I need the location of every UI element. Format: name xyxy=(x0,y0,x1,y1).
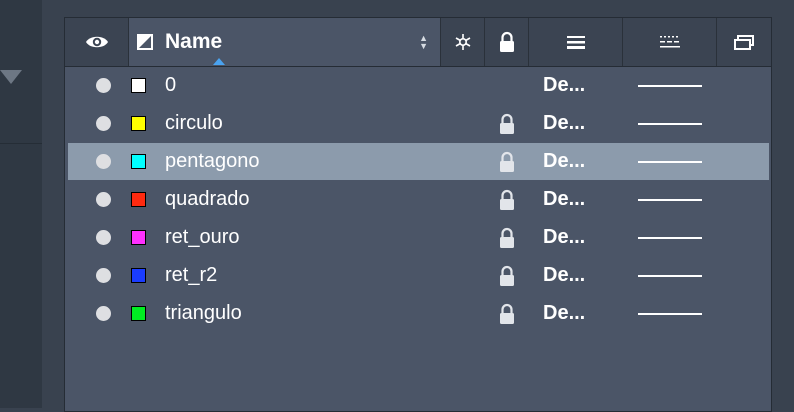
layer-color-swatch[interactable] xyxy=(131,192,146,207)
half-square-icon xyxy=(137,34,153,50)
visibility-toggle[interactable] xyxy=(96,192,111,207)
layer-name: ret_ouro xyxy=(165,226,240,248)
layer-row[interactable]: ret_ouro De... xyxy=(68,219,769,256)
visibility-toggle[interactable] xyxy=(96,154,111,169)
lock-icon[interactable] xyxy=(498,227,516,249)
column-name[interactable]: Name ▲ ▼ xyxy=(129,18,441,66)
layer-lineweight-value[interactable]: De... xyxy=(543,226,585,249)
layer-lineweight-value[interactable]: De... xyxy=(543,302,585,325)
column-freeze[interactable] xyxy=(441,18,485,66)
visibility-toggle[interactable] xyxy=(96,78,111,93)
linetype-sample[interactable] xyxy=(638,161,702,163)
layer-name: triangulo xyxy=(165,302,242,324)
layer-color-swatch[interactable] xyxy=(131,116,146,131)
layer-lineweight-value[interactable]: De... xyxy=(543,112,585,135)
layer-row[interactable]: quadrado De... xyxy=(68,181,769,218)
plot-style-icon xyxy=(734,35,754,50)
layer-color-swatch[interactable] xyxy=(131,78,146,93)
collapse-triangle-icon[interactable] xyxy=(0,70,22,84)
column-linetype[interactable] xyxy=(623,18,717,66)
layer-color-swatch[interactable] xyxy=(131,268,146,283)
column-plot-style[interactable] xyxy=(717,18,771,66)
layer-color-swatch[interactable] xyxy=(131,230,146,245)
sidebar-divider xyxy=(0,143,42,144)
layer-manager-panel: Name ▲ ▼ 0 De... circulo De... pentagono… xyxy=(64,17,772,412)
lock-icon[interactable] xyxy=(498,265,516,287)
layer-row-selected[interactable]: pentagono De... xyxy=(68,143,769,180)
layer-name: quadrado xyxy=(165,188,250,210)
layer-row[interactable]: triangulo De... xyxy=(68,295,769,332)
layer-name: pentagono xyxy=(165,150,260,172)
lineweight-icon xyxy=(566,36,585,49)
visibility-toggle[interactable] xyxy=(96,268,111,283)
layer-name: ret_r2 xyxy=(165,264,218,286)
snowflake-icon xyxy=(455,34,470,50)
eye-icon xyxy=(85,36,108,48)
column-lineweight[interactable] xyxy=(529,18,623,66)
layer-color-swatch[interactable] xyxy=(131,154,146,169)
lock-icon xyxy=(499,31,514,52)
layer-row[interactable]: ret_r2 De... xyxy=(68,257,769,294)
visibility-toggle[interactable] xyxy=(96,306,111,321)
layer-table-header: Name ▲ ▼ xyxy=(65,18,771,67)
visibility-toggle[interactable] xyxy=(96,230,111,245)
layer-lineweight-value[interactable]: De... xyxy=(543,74,585,97)
layer-color-swatch[interactable] xyxy=(131,306,146,321)
linetype-sample[interactable] xyxy=(638,199,702,201)
sort-indicator-icon xyxy=(213,58,225,65)
layer-row[interactable]: 0 De... xyxy=(68,67,769,104)
layer-row[interactable]: circulo De... xyxy=(68,105,769,142)
visibility-toggle[interactable] xyxy=(96,116,111,131)
layer-name: circulo xyxy=(165,112,223,134)
sort-arrows-icon[interactable]: ▲ ▼ xyxy=(419,34,428,51)
left-sidebar-strip xyxy=(0,0,42,408)
linetype-sample[interactable] xyxy=(638,85,702,87)
linetype-icon xyxy=(659,36,680,48)
lock-icon[interactable] xyxy=(498,113,516,135)
layer-lineweight-value[interactable]: De... xyxy=(543,188,585,211)
layer-lineweight-value[interactable]: De... xyxy=(543,150,585,173)
column-visibility[interactable] xyxy=(65,18,129,66)
linetype-sample[interactable] xyxy=(638,123,702,125)
lock-icon[interactable] xyxy=(498,303,516,325)
layer-lineweight-value[interactable]: De... xyxy=(543,264,585,287)
column-name-label: Name xyxy=(165,30,223,53)
lock-icon[interactable] xyxy=(498,151,516,173)
column-lock[interactable] xyxy=(485,18,529,66)
linetype-sample[interactable] xyxy=(638,275,702,277)
lock-icon[interactable] xyxy=(498,189,516,211)
layer-name: 0 xyxy=(165,74,177,96)
linetype-sample[interactable] xyxy=(638,237,702,239)
linetype-sample[interactable] xyxy=(638,313,702,315)
